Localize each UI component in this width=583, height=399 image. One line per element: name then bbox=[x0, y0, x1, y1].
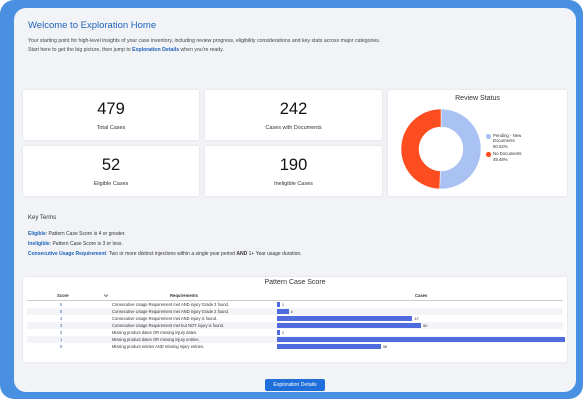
legend-swatch-pending bbox=[486, 134, 491, 139]
key-term-eligible-label: Eligible bbox=[28, 231, 46, 237]
table-row: 6 Consecutive Usage Requirement met AND i… bbox=[27, 301, 563, 308]
column-header-cases: Cases bbox=[415, 293, 428, 298]
column-header-requirements: Requirements bbox=[170, 293, 198, 298]
cases-with-documents-value: 242 bbox=[279, 100, 308, 118]
ineligible-cases-value: 190 bbox=[279, 156, 308, 174]
score-cell: 2 bbox=[60, 330, 63, 335]
intro-line-1: Your starting point for high-level insig… bbox=[28, 38, 381, 44]
key-term-usage-label: Consecutive Usage Requirement bbox=[28, 251, 107, 257]
score-cell: 3 bbox=[60, 323, 63, 328]
legend-swatch-no-documents bbox=[486, 152, 491, 157]
cases-bar-label: 50 bbox=[423, 323, 428, 328]
cases-bar bbox=[277, 337, 565, 342]
intro-prefix: Start here to get the big picture, then … bbox=[28, 47, 133, 53]
score-cell: 5 bbox=[60, 309, 63, 314]
stat-card-total-cases: 479 Total Cases bbox=[23, 90, 199, 140]
exploration-details-button[interactable]: Exploration Details bbox=[265, 379, 325, 391]
legend-percent-no-documents: 49.48% bbox=[493, 156, 508, 162]
cases-bar bbox=[277, 316, 413, 321]
cases-bar-label: 1 bbox=[281, 330, 285, 335]
score-cell: 0 bbox=[60, 344, 63, 349]
requirements-cell: Missing product dates OR missing injury … bbox=[112, 330, 198, 335]
key-term-ineligible-label: Ineligible bbox=[28, 241, 50, 247]
total-cases-value: 479 bbox=[97, 100, 125, 118]
requirements-cell: Consecutive Usage Requirement met AND in… bbox=[112, 316, 218, 321]
table-row: 4 Consecutive Usage Requirement met AND i… bbox=[27, 315, 563, 322]
cases-with-documents-label: Cases with Documents bbox=[265, 125, 322, 131]
key-term-usage-def-b: 1+ Year usage duration. bbox=[247, 251, 302, 257]
legend-item-no-documents[interactable]: No Documents 49.48% bbox=[486, 151, 521, 162]
requirements-cell: Consecutive Usage Requirement met AND in… bbox=[112, 309, 229, 314]
requirements-cell: Consecutive Usage Requirement met AND in… bbox=[112, 302, 229, 307]
main-screen: Welcome to Exploration Home Your startin… bbox=[14, 8, 576, 392]
stat-card-eligible-cases: 52 Eligible Cases bbox=[23, 146, 199, 196]
cases-bar-label: 47 bbox=[414, 316, 419, 321]
eligible-cases-label: Eligible Cases bbox=[93, 181, 129, 187]
requirements-cell: Consecutive Usage Requirement met but NO… bbox=[112, 323, 225, 328]
review-status-card: Review Status Pending - New Documents 50… bbox=[388, 90, 567, 196]
table-row: 5 Consecutive Usage Requirement met AND i… bbox=[27, 308, 563, 315]
intro-line-2: Start here to get the big picture, then … bbox=[28, 46, 528, 55]
chevron-down-icon[interactable] bbox=[103, 293, 109, 298]
review-status-legend: Pending - New Documents 50.52% No Docume… bbox=[486, 133, 521, 164]
cases-bar-label: 36 bbox=[382, 344, 388, 349]
legend-item-pending[interactable]: Pending - New Documents 50.52% bbox=[486, 133, 521, 149]
key-term-ineligible-definition: : Pattern Case Score is 3 or less. bbox=[49, 241, 123, 247]
requirements-cell: Missing product entries AND missing inju… bbox=[112, 344, 205, 349]
pattern-case-score-title: Pattern Case Score bbox=[264, 279, 326, 286]
key-term-eligible: Eligible: Pattern Case Score is 4 or gre… bbox=[28, 231, 126, 237]
cases-bar bbox=[277, 330, 280, 335]
legend-label-no-documents: No Documents bbox=[493, 151, 522, 157]
cases-bar bbox=[277, 309, 289, 314]
cases-bar-label: 4 bbox=[290, 309, 293, 314]
review-status-donut bbox=[401, 108, 481, 190]
intro-suffix: when you're ready. bbox=[179, 47, 224, 53]
intro-text: Your starting point for high-level insig… bbox=[28, 37, 528, 55]
donut-slice[interactable] bbox=[439, 108, 481, 190]
key-term-ineligible: Ineligible: Pattern Case Score is 3 or l… bbox=[28, 241, 123, 247]
table-row: 0 Missing product entries AND missing inj… bbox=[27, 343, 563, 350]
key-term-eligible-definition: : Pattern Case Score is 4 or greater. bbox=[45, 231, 126, 237]
key-terms-title: Key Terms bbox=[28, 215, 57, 221]
score-cell: 4 bbox=[60, 316, 63, 321]
cases-bar bbox=[277, 323, 421, 328]
column-header-score-label: Score bbox=[57, 293, 69, 298]
cases-bar bbox=[277, 344, 381, 349]
key-term-consecutive-usage: Consecutive Usage Requirement: Two or mo… bbox=[28, 251, 302, 257]
requirements-cell: Missing product dates OR missing injury … bbox=[112, 337, 200, 342]
page-title: Welcome to Exploration Home bbox=[28, 20, 157, 31]
key-term-usage-and: AND bbox=[236, 251, 248, 257]
stat-card-cases-with-documents: 242 Cases with Documents bbox=[205, 90, 382, 140]
table-row: 1 Missing product dates OR missing injury… bbox=[27, 336, 565, 343]
cases-bar bbox=[277, 302, 280, 307]
legend-percent-pending: 50.52% bbox=[493, 143, 508, 149]
donut-slice[interactable] bbox=[401, 108, 442, 190]
app-frame: Welcome to Exploration Home Your startin… bbox=[0, 0, 583, 399]
table-row: 3 Consecutive Usage Requirement met but N… bbox=[27, 322, 563, 329]
column-header-score[interactable]: Score bbox=[57, 293, 69, 298]
eligible-cases-value: 52 bbox=[101, 156, 121, 174]
score-cell: 1 bbox=[60, 337, 63, 342]
score-cell: 6 bbox=[60, 302, 63, 307]
cases-bar-label: 1 bbox=[281, 302, 285, 307]
key-term-usage-def-a: : Two or more distinct injections within… bbox=[106, 251, 237, 257]
review-status-title: Review Status bbox=[455, 95, 500, 102]
ineligible-cases-label: Ineligible Cases bbox=[274, 181, 313, 187]
pattern-case-score-card: Pattern Case Score Score Requirements Ca… bbox=[23, 277, 567, 362]
table-row: 2 Missing product dates OR missing injury… bbox=[27, 329, 563, 336]
stat-card-ineligible-cases: 190 Ineligible Cases bbox=[205, 146, 382, 196]
total-cases-label: Total Cases bbox=[96, 125, 126, 131]
intro-link-exploration-details: Exploration Details bbox=[132, 47, 180, 53]
